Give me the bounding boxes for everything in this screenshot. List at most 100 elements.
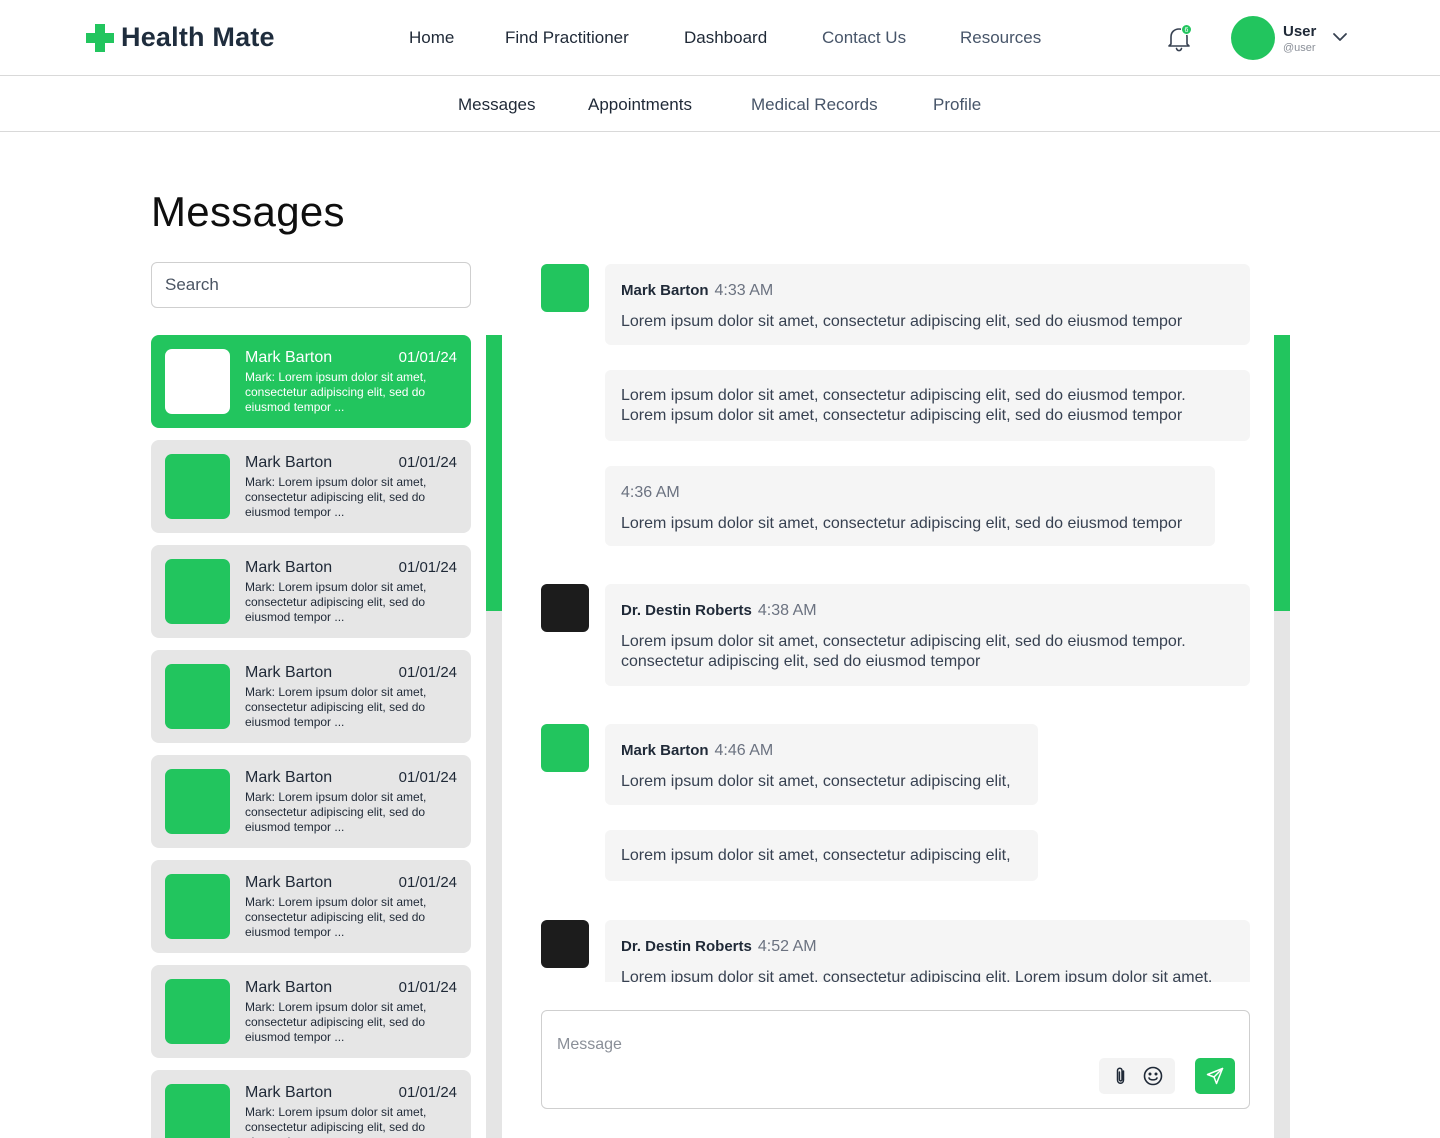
conversation-date: 01/01/24 bbox=[398, 874, 457, 891]
message-time: 4:38 AM bbox=[757, 602, 817, 619]
message-header: Mark Barton 4:46 AM bbox=[621, 742, 773, 760]
paperclip-icon[interactable] bbox=[1110, 1065, 1132, 1087]
message-input[interactable] bbox=[557, 1033, 1077, 1057]
message-bubble: Mark Barton 4:46 AM Lorem ipsum dolor sit… bbox=[605, 724, 1038, 805]
avatar bbox=[165, 769, 230, 834]
message-bubble: Lorem ipsum dolor sit amet, consectetur … bbox=[605, 830, 1038, 881]
sub-navbar: Messages Appointments Medical Records Pr… bbox=[0, 77, 1440, 132]
conversation-name: Mark Barton bbox=[245, 664, 333, 681]
message-sender: Mark Barton bbox=[621, 742, 709, 759]
conversation-list: Mark Barton 01/01/24 Mark: Lorem ipsum d… bbox=[151, 335, 471, 1138]
brand-name: Health Mate bbox=[121, 22, 275, 52]
tab-appointments[interactable]: Appointments bbox=[588, 95, 692, 115]
nav-home[interactable]: Home bbox=[409, 28, 454, 48]
avatar bbox=[165, 559, 230, 624]
conversation-date: 01/01/24 bbox=[398, 559, 457, 576]
conversation-item[interactable]: Mark Barton 01/01/24 Mark: Lorem ipsum d… bbox=[151, 335, 471, 428]
avatar bbox=[541, 264, 589, 312]
conversation-date: 01/01/24 bbox=[398, 349, 457, 366]
message-composer bbox=[541, 1010, 1250, 1109]
user-handle: @user bbox=[1283, 42, 1316, 54]
user-avatar[interactable] bbox=[1231, 16, 1275, 60]
message-time: 4:36 AM bbox=[621, 484, 680, 501]
message-thread: Mark Barton 4:33 AM Lorem ipsum dolor sit… bbox=[541, 262, 1251, 982]
message-text: Lorem ipsum dolor sit amet, consectetur … bbox=[621, 515, 1183, 532]
message-sender: Dr. Destin Roberts bbox=[621, 602, 752, 619]
avatar bbox=[165, 664, 230, 729]
conversation-date: 01/01/24 bbox=[398, 979, 457, 996]
conversation-scrollbar[interactable] bbox=[486, 335, 502, 1138]
send-icon bbox=[1206, 1067, 1224, 1085]
message-text: Lorem ipsum dolor sit amet, consectetur … bbox=[621, 847, 1011, 864]
nav-contact-us[interactable]: Contact Us bbox=[822, 28, 906, 48]
conversation-item[interactable]: Mark Barton 01/01/24 Mark: Lorem ipsum d… bbox=[151, 650, 471, 743]
message-time: 4:52 AM bbox=[757, 938, 817, 955]
top-navbar: Health Mate Home Find Practitioner Dashb… bbox=[0, 0, 1440, 76]
conversation-item[interactable]: Mark Barton 01/01/24 Mark: Lorem ipsum d… bbox=[151, 965, 471, 1058]
nav-find-practitioner[interactable]: Find Practitioner bbox=[505, 28, 629, 48]
message-bubble: Lorem ipsum dolor sit amet, consectetur … bbox=[605, 370, 1250, 441]
notification-badge: 6 bbox=[1181, 24, 1192, 35]
avatar bbox=[165, 1084, 230, 1138]
message-text: Lorem ipsum dolor sit amet, consectetur … bbox=[621, 313, 1183, 330]
message-time: 4:46 AM bbox=[714, 742, 774, 759]
message-bubble: Mark Barton 4:33 AM Lorem ipsum dolor sit… bbox=[605, 264, 1250, 345]
tab-messages[interactable]: Messages bbox=[458, 95, 535, 115]
conversation-preview: Mark: Lorem ipsum dolor sit amet, consec… bbox=[245, 790, 427, 834]
nav-resources[interactable]: Resources bbox=[960, 28, 1041, 48]
conversation-item[interactable]: Mark Barton 01/01/24 Mark: Lorem ipsum d… bbox=[151, 860, 471, 953]
conversation-name: Mark Barton bbox=[245, 559, 333, 576]
conversation-name: Mark Barton bbox=[245, 349, 333, 366]
message-time: 4:33 AM bbox=[714, 282, 774, 299]
conversation-item[interactable]: Mark Barton 01/01/24 Mark: Lorem ipsum d… bbox=[151, 1070, 471, 1138]
conversation-date: 01/01/24 bbox=[398, 454, 457, 471]
message-text: Lorem ipsum dolor sit amet, consectetur … bbox=[621, 387, 1186, 424]
avatar bbox=[165, 979, 230, 1044]
conversation-name: Mark Barton bbox=[245, 1084, 333, 1101]
avatar bbox=[165, 874, 230, 939]
chevron-down-icon[interactable] bbox=[1331, 30, 1349, 44]
conversation-name: Mark Barton bbox=[245, 874, 333, 891]
message-sender: Mark Barton bbox=[621, 282, 709, 299]
brand-logo[interactable]: Health Mate bbox=[86, 22, 275, 53]
message-text: Lorem ipsum dolor sit amet, consectetur … bbox=[621, 633, 1186, 670]
conversation-scrollbar-thumb[interactable] bbox=[486, 335, 502, 611]
conversation-preview: Mark: Lorem ipsum dolor sit amet, consec… bbox=[245, 895, 427, 939]
send-button[interactable] bbox=[1195, 1058, 1235, 1094]
conversation-item[interactable]: Mark Barton 01/01/24 Mark: Lorem ipsum d… bbox=[151, 440, 471, 533]
message-bubble: Dr. Destin Roberts 4:38 AM Lorem ipsum do… bbox=[605, 584, 1250, 686]
message-header: Dr. Destin Roberts 4:38 AM bbox=[621, 602, 817, 620]
composer-tools bbox=[1099, 1058, 1175, 1094]
smiley-icon[interactable] bbox=[1142, 1065, 1164, 1087]
message-sender: Dr. Destin Roberts bbox=[621, 938, 752, 955]
conversation-date: 01/01/24 bbox=[398, 664, 457, 681]
message-text: Lorem ipsum dolor sit amet, consectetur … bbox=[621, 773, 1011, 790]
message-bubble: 4:36 AM Lorem ipsum dolor sit amet, cons… bbox=[605, 466, 1215, 546]
conversation-name: Mark Barton bbox=[245, 769, 333, 786]
conversation-name: Mark Barton bbox=[245, 979, 333, 996]
user-name: User bbox=[1283, 23, 1317, 40]
nav-dashboard[interactable]: Dashboard bbox=[684, 28, 767, 48]
avatar bbox=[165, 454, 230, 519]
conversation-item[interactable]: Mark Barton 01/01/24 Mark: Lorem ipsum d… bbox=[151, 755, 471, 848]
message-scrollbar-thumb[interactable] bbox=[1274, 335, 1290, 611]
avatar bbox=[541, 584, 589, 632]
message-header: Dr. Destin Roberts 4:52 AM bbox=[621, 938, 817, 956]
tab-profile[interactable]: Profile bbox=[933, 95, 981, 115]
conversation-item[interactable]: Mark Barton 01/01/24 Mark: Lorem ipsum d… bbox=[151, 545, 471, 638]
conversation-preview: Mark: Lorem ipsum dolor sit amet, consec… bbox=[245, 370, 427, 414]
search-input[interactable] bbox=[151, 262, 471, 308]
medical-cross-icon bbox=[86, 23, 114, 52]
tab-medical-records[interactable]: Medical Records bbox=[751, 95, 878, 115]
conversation-preview: Mark: Lorem ipsum dolor sit amet, consec… bbox=[245, 475, 427, 519]
message-scrollbar[interactable] bbox=[1274, 335, 1290, 1138]
conversation-date: 01/01/24 bbox=[398, 1084, 457, 1101]
message-header: 4:36 AM bbox=[621, 484, 680, 502]
conversation-date: 01/01/24 bbox=[398, 769, 457, 786]
conversation-preview: Mark: Lorem ipsum dolor sit amet, consec… bbox=[245, 1000, 427, 1044]
page-title: Messages bbox=[151, 188, 345, 235]
avatar bbox=[541, 724, 589, 772]
message-text: Lorem ipsum dolor sit amet, consectetur … bbox=[621, 969, 1213, 982]
conversation-preview: Mark: Lorem ipsum dolor sit amet, consec… bbox=[245, 1105, 427, 1138]
avatar bbox=[165, 349, 230, 414]
